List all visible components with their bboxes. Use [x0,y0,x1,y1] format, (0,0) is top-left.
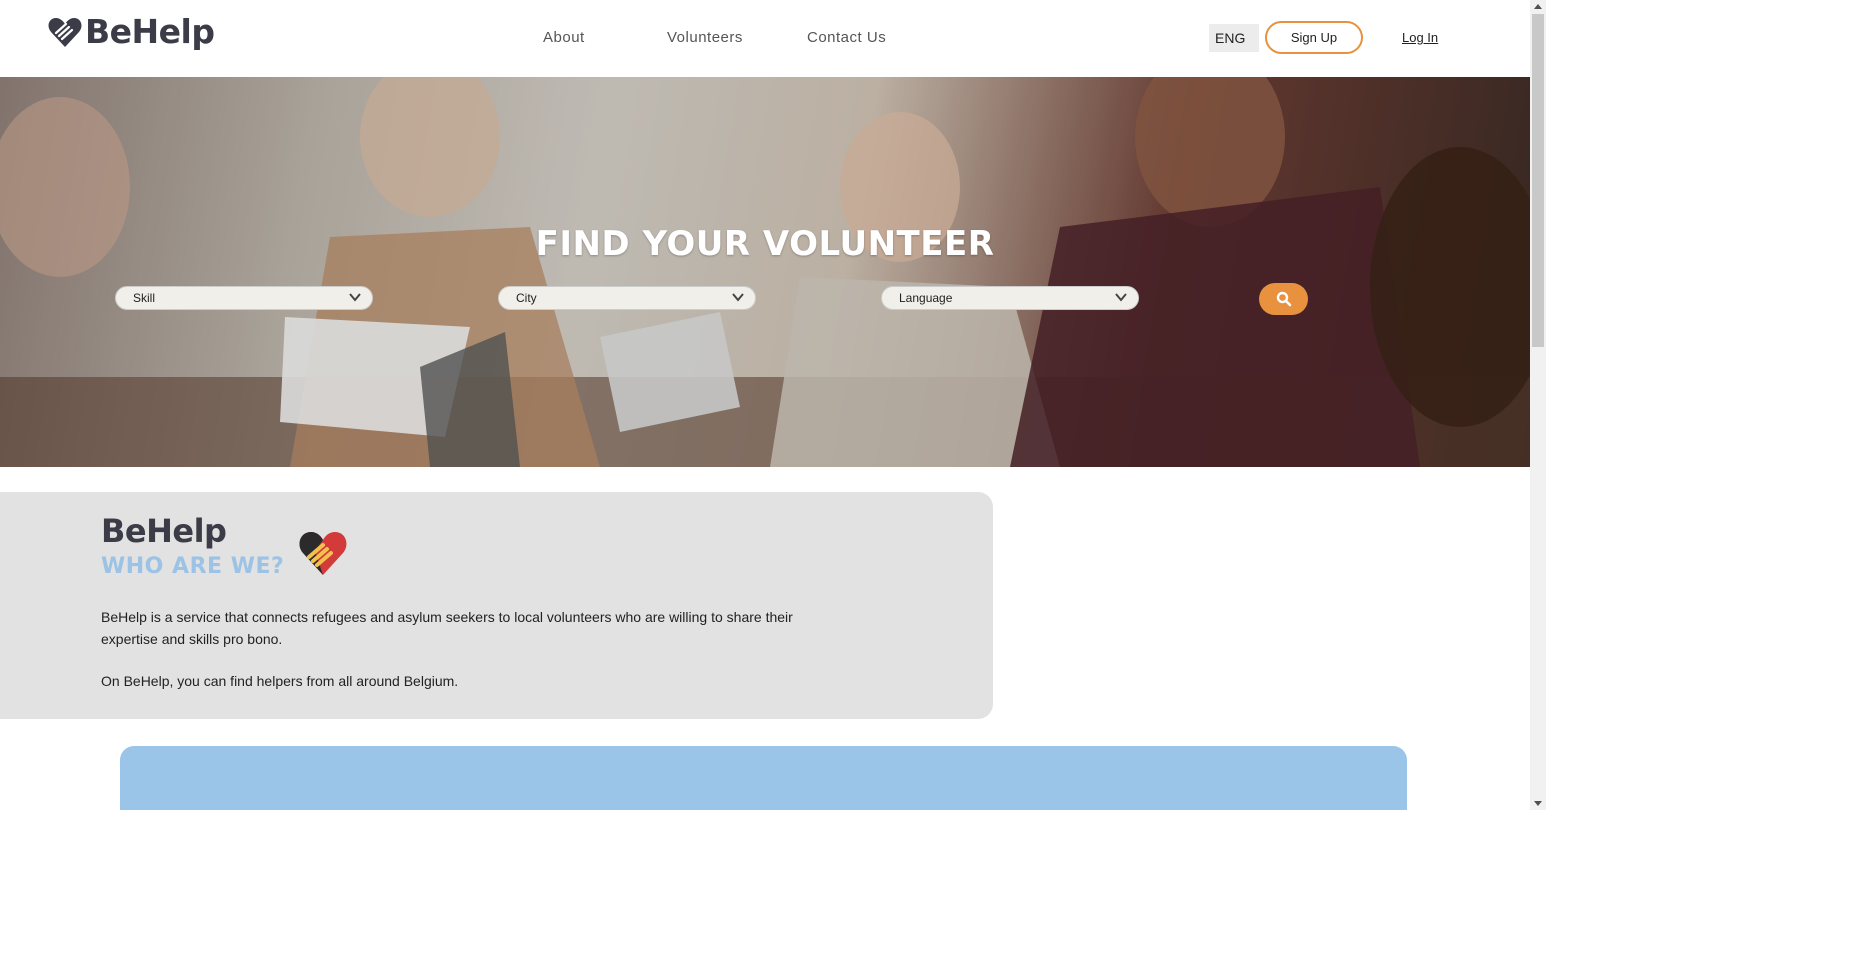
page-viewport: BeHelp About Volunteers Contact Us ENG S… [0,0,1530,810]
search-button[interactable] [1259,283,1308,315]
sign-up-button[interactable]: Sign Up [1265,21,1363,54]
language-filter-select[interactable]: Language [881,286,1139,310]
hero-title: FIND YOUR VOLUNTEER [535,224,995,264]
city-select[interactable]: City [498,286,756,310]
skill-select-label: Skill [133,291,156,305]
nav-contact-us[interactable]: Contact Us [807,29,886,46]
log-in-link[interactable]: Log In [1402,30,1438,45]
nav-about[interactable]: About [543,29,585,46]
brand-name: BeHelp [85,12,215,51]
heart-handshake-logo-icon [299,532,347,575]
city-select-label: City [516,291,537,305]
language-select-label: Language [899,291,953,305]
language-select[interactable]: ENG [1209,24,1259,52]
heart-handshake-icon [48,17,82,47]
scroll-thumb[interactable] [1532,14,1544,347]
about-subtitle: WHO ARE WE? [101,554,285,579]
hero-photo [0,77,1530,467]
chevron-down-icon [1115,293,1127,302]
about-card: BeHelp WHO ARE WE? BeHelp is a service t… [0,492,993,719]
about-helpers-note: On BeHelp, you can find helpers from all… [101,673,459,689]
scroll-up-arrow-icon[interactable] [1534,4,1542,9]
scroll-down-arrow-icon[interactable] [1534,801,1542,806]
about-description: BeHelp is a service that connects refuge… [101,609,793,647]
logo[interactable]: BeHelp [47,12,215,51]
page-scrollbar[interactable] [1530,0,1546,810]
nav-volunteers[interactable]: Volunteers [667,29,743,46]
site-header: BeHelp About Volunteers Contact Us ENG S… [0,0,1530,77]
hero-banner: FIND YOUR VOLUNTEER Skill City Language [0,77,1530,467]
chevron-down-icon [732,293,744,302]
skill-select[interactable]: Skill [115,286,373,310]
blue-section [120,746,1407,810]
search-icon [1276,291,1291,307]
about-title: BeHelp [101,512,227,550]
chevron-down-icon [349,293,361,302]
